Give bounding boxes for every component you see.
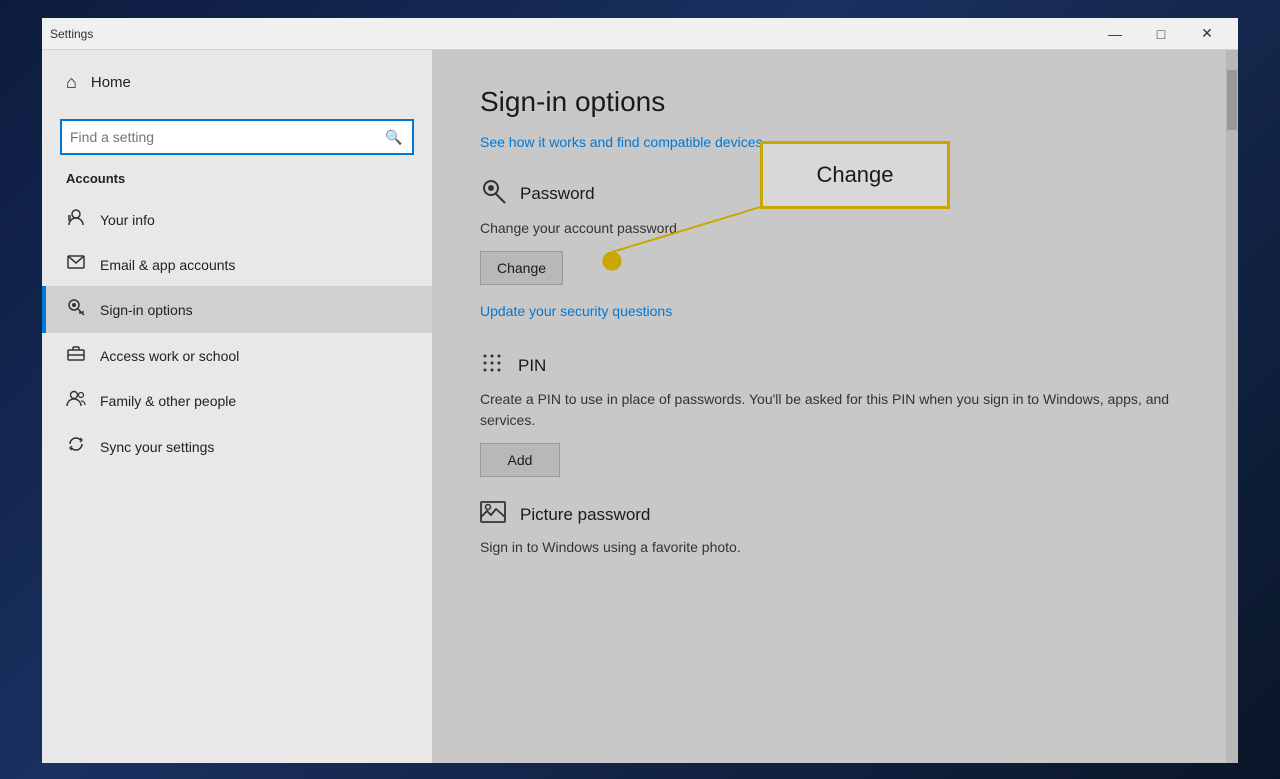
sidebar: ⌂ Home 🔍 Accounts: [42, 50, 432, 763]
home-label: Home: [91, 74, 131, 91]
content-area: ⌂ Home 🔍 Accounts: [42, 50, 1238, 763]
nav-label-access-work: Access work or school: [100, 348, 239, 364]
sidebar-home[interactable]: ⌂ Home: [42, 50, 432, 115]
compatible-devices-link[interactable]: See how it works and find compatible dev…: [480, 134, 766, 150]
accounts-section-label: Accounts: [42, 169, 432, 196]
sidebar-item-access-work[interactable]: Access work or school: [42, 333, 432, 378]
search-icon: 🔍: [376, 119, 412, 155]
pin-section-icon: [480, 351, 504, 381]
picture-password-header: Picture password: [480, 501, 1190, 529]
password-section: Password Change your account password Ch…: [480, 178, 1190, 327]
close-button[interactable]: ✕: [1184, 18, 1230, 50]
nav-label-sign-in-options: Sign-in options: [100, 302, 193, 318]
password-change-button[interactable]: Change: [480, 251, 563, 285]
nav-label-family-other: Family & other people: [100, 393, 236, 409]
person-icon: [66, 208, 86, 231]
sidebar-item-sync-settings[interactable]: Sync your settings: [42, 423, 432, 470]
briefcase-icon: [66, 345, 86, 366]
picture-password-desc: Sign in to Windows using a favorite phot…: [480, 537, 1190, 558]
pin-section-header: PIN: [480, 351, 1190, 381]
key-icon: [66, 298, 86, 321]
pin-section-desc: Create a PIN to use in place of password…: [480, 389, 1190, 431]
pin-section: PIN Create a PIN to use in place of pass…: [480, 351, 1190, 477]
window-controls: — □ ✕: [1092, 18, 1230, 50]
home-icon: ⌂: [66, 72, 77, 93]
change-btn-container: Change Change: [480, 251, 563, 285]
sidebar-item-sign-in-options[interactable]: Sign-in options: [42, 286, 432, 333]
sync-icon: [66, 435, 86, 458]
pin-section-title: PIN: [518, 356, 546, 376]
password-section-icon: [480, 178, 506, 210]
email-icon: [66, 255, 86, 274]
sidebar-item-family-other[interactable]: Family & other people: [42, 378, 432, 423]
title-bar: Settings — □ ✕: [42, 18, 1238, 50]
picture-password-section: Picture password Sign in to Windows usin…: [480, 501, 1190, 558]
scrollbar-thumb[interactable]: [1227, 70, 1237, 130]
sidebar-item-your-info[interactable]: Your info: [42, 196, 432, 243]
sidebar-item-email-app[interactable]: Email & app accounts: [42, 243, 432, 286]
nav-label-sync-settings: Sync your settings: [100, 439, 214, 455]
picture-password-title: Picture password: [520, 505, 650, 525]
scrollbar-track[interactable]: [1226, 50, 1238, 763]
nav-label-your-info: Your info: [100, 212, 155, 228]
nav-label-email-app: Email & app accounts: [100, 257, 235, 273]
search-box: 🔍: [60, 119, 414, 155]
security-questions-link[interactable]: Update your security questions: [480, 303, 672, 319]
page-title: Sign-in options: [480, 86, 1190, 118]
settings-window: Settings — □ ✕ ⌂ Home 🔍 Accounts: [42, 18, 1238, 763]
security-questions-container: Update your security questions: [480, 299, 1190, 327]
pin-add-button[interactable]: Add: [480, 443, 560, 477]
people-icon: [66, 390, 86, 411]
password-section-desc: Change your account password: [480, 218, 1190, 239]
search-input[interactable]: [62, 129, 376, 145]
minimize-button[interactable]: —: [1092, 18, 1138, 50]
picture-password-icon: [480, 501, 506, 529]
password-section-title: Password: [520, 184, 595, 204]
main-panel: Sign-in options See how it works and fin…: [432, 50, 1238, 763]
window-title: Settings: [50, 27, 1092, 41]
callout-change-button[interactable]: Change: [760, 141, 950, 209]
maximize-button[interactable]: □: [1138, 18, 1184, 50]
